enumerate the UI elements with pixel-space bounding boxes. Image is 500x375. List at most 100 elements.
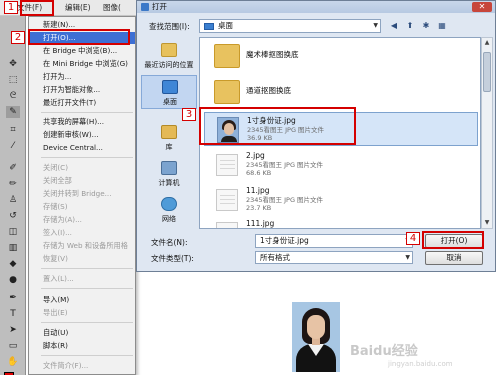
file-item[interactable]: 111.jpg [204,216,478,228]
screenshot-root: 文件(F) 编辑(E) 图像( ✥ ⬚ ᘓ ✎ ⌗ ⁄ ✐ ✏ ♙ ↺ ◫ ▥ … [0,0,500,375]
blur-tool-icon[interactable]: ◆ [6,258,20,270]
watermark-logo: Baidu经验 [350,344,418,359]
highlight-open-item [28,29,130,45]
pen-tool-icon[interactable]: ✒ [6,292,20,304]
lasso-tool-icon[interactable]: ᘓ [6,90,20,102]
place-label: 最近访问的位置 [144,61,194,69]
marquee-tool-icon[interactable]: ⬚ [6,74,20,86]
crop-tool-icon[interactable]: ⌗ [6,124,20,136]
menu-item-browse-mini-bridge[interactable]: 在 Mini Bridge 中浏览(G) [29,58,135,70]
menu-item-open-as[interactable]: 打开为... [29,71,135,83]
new-folder-icon[interactable]: ✱ [419,19,433,33]
menu-item-create-review[interactable]: 创建新审核(W)... [29,129,135,141]
highlight-open-button [422,231,484,249]
path-select-icon[interactable]: ➤ [6,324,20,336]
menu-item-place[interactable]: 置入(L)... [29,273,135,285]
menu-item-browse-bridge[interactable]: 在 Bridge 中浏览(B)... [29,45,135,57]
menu-item-import[interactable]: 导入(M) [29,294,135,306]
step-marker-1: 1 [4,1,18,14]
menu-item-device-central[interactable]: Device Central... [29,142,135,154]
place-desktop[interactable]: 桌面 [141,75,197,109]
file-item-folder[interactable]: 通道抠图换底 [204,76,478,110]
look-in-value: 桌面 [218,21,233,30]
menu-item-file-info[interactable]: 文件简介(F)... [29,360,135,372]
scroll-up-icon[interactable]: ▲ [482,38,492,48]
filetype-label: 文件类型(T): [151,254,194,263]
tools-panel: ✥ ⬚ ᘓ ✎ ⌗ ⁄ ✐ ✏ ♙ ↺ ◫ ▥ ◆ ● ✒ T ➤ ▭ ✋ [0,16,26,375]
move-tool-icon[interactable]: ✥ [6,58,20,70]
menu-separator [41,112,133,113]
clone-stamp-icon[interactable]: ♙ [6,194,20,206]
place-label: 网络 [162,215,176,223]
history-brush-icon[interactable]: ↺ [6,210,20,222]
eyedropper-tool-icon[interactable]: ⁄ [6,140,20,152]
menu-item-automate[interactable]: 自动(U) [29,327,135,339]
file-name: 11.jpg [246,186,270,195]
menu-item-open-smart-object[interactable]: 打开为智能对象... [29,84,135,96]
menu-item-scripts[interactable]: 脚本(R) [29,340,135,352]
dialog-title: 打开 [152,2,167,11]
desktop-icon [204,23,214,30]
gradient-tool-icon[interactable]: ▥ [6,242,20,254]
file-type-desc: 2345看图王 JPG 图片文件 [246,161,324,169]
shape-tool-icon[interactable]: ▭ [6,340,20,352]
place-library[interactable]: 库 [141,121,197,155]
menu-item-check-in[interactable]: 签入(I)... [29,227,135,239]
back-icon[interactable]: ◀ [387,19,401,33]
menu-item-revert[interactable]: 恢复(V) [29,253,135,265]
filetype-select[interactable]: 所有格式 ▼ [255,251,413,264]
menu-item-save-as[interactable]: 存储为(A)... [29,214,135,226]
filename-label: 文件名(N): [151,238,188,247]
menu-item-close-all[interactable]: 关闭全部 [29,175,135,187]
up-folder-icon[interactable]: ⬆ [403,19,417,33]
file-size: 68.6 KB [246,169,272,177]
brush-tool-icon[interactable]: ✏ [6,178,20,190]
type-tool-icon[interactable]: T [6,308,20,320]
filetype-value: 所有格式 [260,253,290,262]
chevron-down-icon: ▼ [405,254,410,261]
menu-item-export[interactable]: 导出(E) [29,307,135,319]
file-item-folder[interactable]: 魔术棒抠图换底 [204,40,478,74]
file-name: 魔术棒抠图换底 [246,50,299,59]
file-menu: 新建(N)... 打开(O)... 在 Bridge 中浏览(B)... 在 M… [28,16,136,375]
places-bar: 最近访问的位置 桌面 库 计算机 网络 [141,39,197,229]
file-name: 通道抠图换底 [246,86,291,95]
file-item[interactable]: 11.jpg 2345看图王 JPG 图片文件 23.7 KB [204,183,478,217]
menu-item-save[interactable]: 存储(S) [29,201,135,213]
eraser-tool-icon[interactable]: ◫ [6,226,20,238]
menu-image[interactable]: 图像( [100,2,124,14]
step-marker-2: 2 [11,31,25,44]
menu-edit[interactable]: 编辑(E) [62,2,94,14]
close-icon[interactable]: ✕ [472,2,492,12]
menu-item-save-for-web[interactable]: 存储为 Web 和设备所用格 [29,240,135,252]
place-network[interactable]: 网络 [141,193,197,227]
id-photo-preview [292,302,340,372]
menu-item-recent-files[interactable]: 最近打开文件(T) [29,97,135,109]
photoshop-app-icon [141,3,149,11]
file-item[interactable]: 2.jpg 2345看图王 JPG 图片文件 68.6 KB [204,148,478,182]
hand-tool-icon[interactable]: ✋ [6,356,20,368]
scroll-thumb[interactable] [483,52,491,92]
view-menu-icon[interactable]: ▦ [435,19,449,33]
place-computer[interactable]: 计算机 [141,157,197,191]
cancel-button[interactable]: 取消 [425,251,483,265]
menu-item-close[interactable]: 关闭(C) [29,162,135,174]
menu-item-share-screen[interactable]: 共享我的屏幕(H)... [29,116,135,128]
step-marker-4: 4 [406,232,420,245]
quick-select-tool-icon[interactable]: ✎ [6,106,20,118]
healing-brush-icon[interactable]: ✐ [6,162,20,174]
place-recent[interactable]: 最近访问的位置 [141,39,197,73]
computer-icon [161,161,177,175]
dialog-titlebar[interactable]: 打开 ✕ [137,1,495,13]
dodge-tool-icon[interactable]: ● [6,274,20,286]
step-marker-3: 3 [182,108,196,121]
recent-places-icon [161,43,177,57]
look-in-select[interactable]: 桌面 ▼ [199,19,381,33]
desktop-icon [162,80,178,94]
scroll-down-icon[interactable]: ▼ [482,218,492,228]
watermark-url: jingyan.baidu.com [388,360,453,368]
look-in-label: 查找范围(I): [149,22,190,31]
filename-input[interactable]: 1寸身份证.jpg ▼ [255,234,413,248]
menu-item-close-go-bridge[interactable]: 关闭并转到 Bridge... [29,188,135,200]
file-list-scrollbar[interactable]: ▲ ▼ [481,37,493,229]
